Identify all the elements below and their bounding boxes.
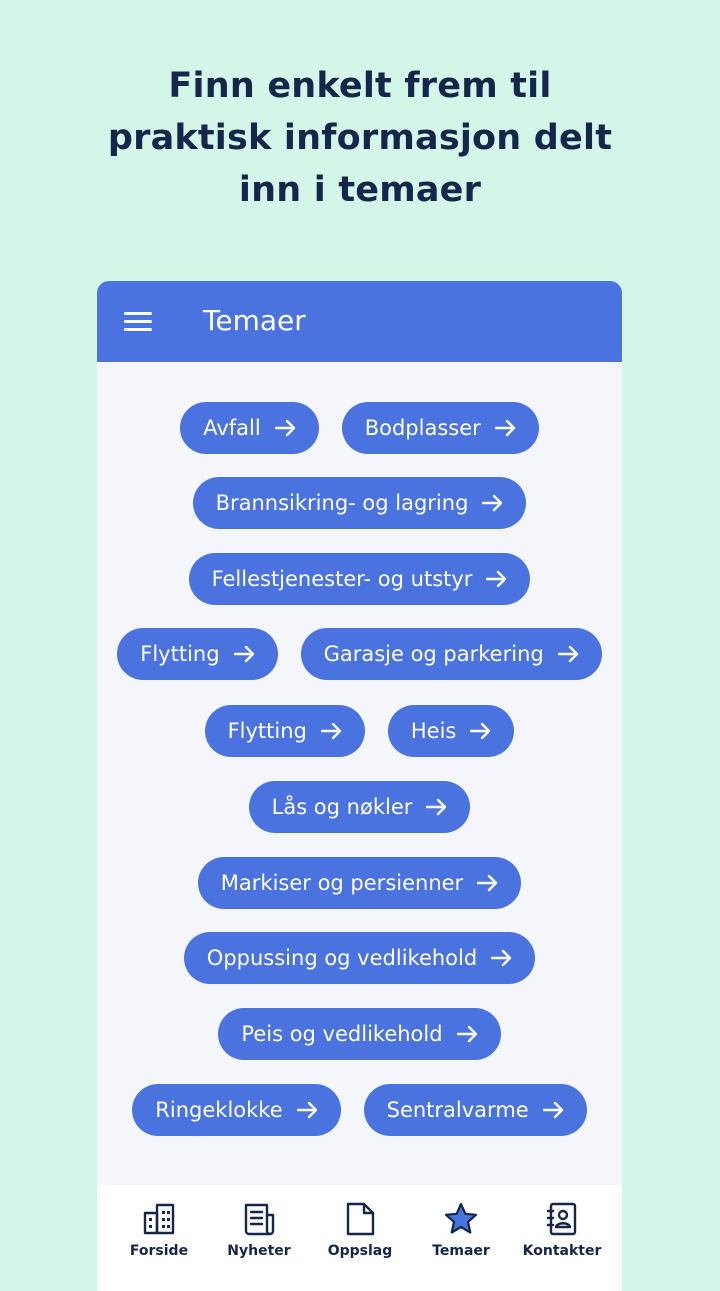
topic-row: Markiser og persienner <box>97 857 622 909</box>
nav-item-label: Temaer <box>432 1243 490 1259</box>
arrow-right-icon <box>477 874 498 892</box>
topic-chip[interactable]: Brannsikring- og lagring <box>192 477 527 529</box>
nav-item-forside[interactable]: Forside <box>109 1185 209 1281</box>
contacts-icon <box>544 1201 580 1237</box>
topic-chip-label: Flytting <box>140 642 220 666</box>
topic-chip-label: Heis <box>410 719 457 743</box>
topic-chip-label: Ringeklokke <box>155 1098 283 1122</box>
arrow-right-icon <box>482 494 503 512</box>
topic-chip[interactable]: Garasje og parkering <box>300 628 602 680</box>
phone-screen: Temaer Avfall Bodplasser Brannsikring- og … <box>97 281 622 1291</box>
arrow-right-icon <box>274 419 295 437</box>
arrow-right-icon <box>542 1101 563 1119</box>
headline-line-2: praktisk informasjon delt <box>107 118 613 158</box>
document-icon <box>342 1201 378 1237</box>
topic-chip[interactable]: Flytting <box>117 628 278 680</box>
arrow-right-icon <box>491 949 512 967</box>
topic-chip[interactable]: Peis og vedlikehold <box>218 1008 501 1060</box>
arrow-right-icon <box>470 722 491 740</box>
topic-chip-label: Avfall <box>203 416 261 440</box>
nav-item-label: Forside <box>129 1243 189 1259</box>
arrow-right-icon <box>494 419 515 437</box>
topic-row: Peis og vedlikehold <box>97 1008 622 1060</box>
topic-chip-label: Peis og vedlikehold <box>241 1022 443 1046</box>
arrow-right-icon <box>486 570 507 588</box>
topic-chip-label: Brannsikring- og lagring <box>215 491 469 515</box>
topic-chip[interactable]: Oppussing og vedlikehold <box>183 932 536 984</box>
bottom-navigation: Forside Nyheter Oppslag Temaer Kontakter <box>97 1185 622 1291</box>
newspaper-icon <box>241 1201 277 1237</box>
topic-chip-label: Sentralvarme <box>386 1098 529 1122</box>
topic-row: Fellestjenester- og utstyr <box>97 553 622 605</box>
nav-item-temaer[interactable]: Temaer <box>411 1185 511 1281</box>
arrow-right-icon <box>456 1025 477 1043</box>
topic-chip-label: Oppussing og vedlikehold <box>206 946 478 970</box>
topic-chip-label: Markiser og persienner <box>220 871 464 895</box>
topic-chip-label: Bodplasser <box>364 416 481 440</box>
topic-chip[interactable]: Markiser og persienner <box>197 857 522 909</box>
arrow-right-icon <box>233 645 254 663</box>
topic-chip[interactable]: Fellestjenester- og utstyr <box>188 553 531 605</box>
topic-chip-label: Fellestjenester- og utstyr <box>211 567 473 591</box>
topic-row: Ringeklokke Sentralvarme <box>97 1084 622 1136</box>
headline: Finn enkelt frem til praktisk informasjo… <box>0 60 720 216</box>
headline-line-3: inn i temaer <box>238 170 482 210</box>
hamburger-menu-icon[interactable] <box>124 311 152 332</box>
nav-item-oppslag[interactable]: Oppslag <box>310 1185 410 1281</box>
arrow-right-icon <box>426 798 447 816</box>
nav-item-label: Kontakter <box>522 1243 602 1259</box>
topic-chip[interactable]: Heis <box>387 705 515 757</box>
star-icon <box>443 1201 479 1237</box>
nav-item-kontakter[interactable]: Kontakter <box>512 1185 612 1281</box>
topic-chip-label: Lås og nøkler <box>271 795 413 819</box>
arrow-right-icon <box>296 1101 317 1119</box>
topic-chip[interactable]: Flytting <box>204 705 365 757</box>
topic-chip[interactable]: Avfall <box>180 402 319 454</box>
building-icon <box>141 1201 177 1237</box>
topic-chip[interactable]: Lås og nøkler <box>248 781 471 833</box>
topic-row: Lås og nøkler <box>97 781 622 833</box>
app-bar-title: Temaer <box>203 304 306 337</box>
topic-chip[interactable]: Ringeklokke <box>132 1084 341 1136</box>
app-bar: Temaer <box>97 281 622 362</box>
topic-row: Flytting Garasje og parkering <box>97 628 622 680</box>
topic-chip[interactable]: Bodplasser <box>341 402 539 454</box>
topic-chip-label: Garasje og parkering <box>323 642 544 666</box>
topic-chip-label: Flytting <box>227 719 307 743</box>
topic-row: Oppussing og vedlikehold <box>97 932 622 984</box>
headline-line-1: Finn enkelt frem til <box>168 66 552 106</box>
topic-chip[interactable]: Sentralvarme <box>363 1084 587 1136</box>
arrow-right-icon <box>320 722 342 740</box>
topic-row: Brannsikring- og lagring <box>97 477 622 529</box>
nav-item-nyheter[interactable]: Nyheter <box>209 1185 309 1281</box>
topic-row: Flytting Heis <box>97 705 622 757</box>
nav-item-label: Oppslag <box>327 1243 393 1259</box>
topic-row: Avfall Bodplasser <box>97 402 622 454</box>
arrow-right-icon <box>557 645 578 663</box>
nav-item-label: Nyheter <box>227 1243 291 1259</box>
